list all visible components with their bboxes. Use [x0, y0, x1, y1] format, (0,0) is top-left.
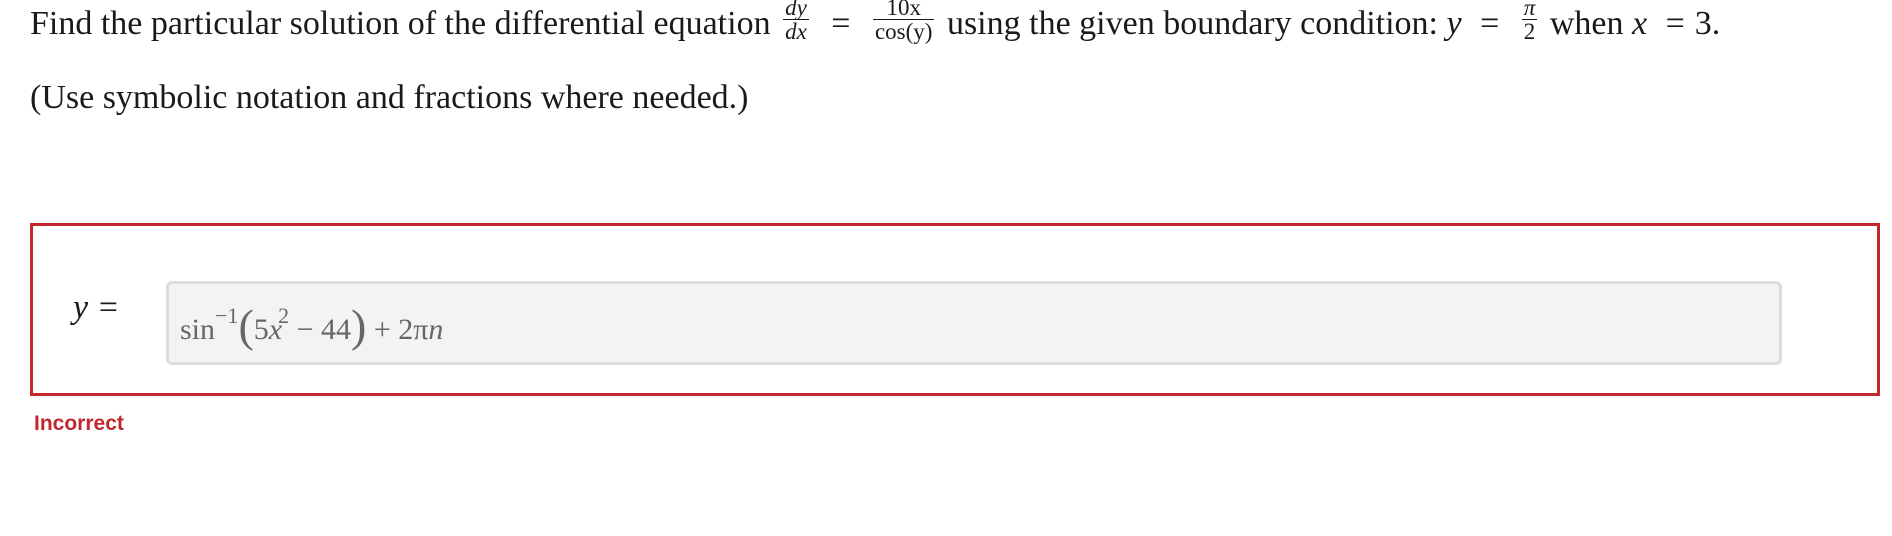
equals-sign: =: [831, 5, 851, 42]
condition-equals: =: [1480, 5, 1500, 42]
rhs-fraction: 10x cos(y): [872, 0, 935, 44]
question-middle: using the given boundary condition:: [946, 5, 1438, 42]
x-value: 3.: [1694, 5, 1721, 42]
coefficient: 5: [253, 313, 269, 346]
pi-numerator: π: [1521, 0, 1538, 20]
instruction-hint: (Use symbolic notation and fractions whe…: [30, 79, 749, 116]
condition-x: x: [1631, 5, 1648, 42]
sin-function: sin: [180, 313, 216, 346]
rhs-numerator: 10x: [872, 0, 935, 20]
answer-box: y = sin−1(5x2 − 44) + 2πn: [30, 223, 1880, 396]
inverse-exponent: −1: [215, 303, 239, 328]
plus-two-pi: + 2π: [366, 313, 429, 346]
answer-label-text: y =: [73, 289, 120, 326]
two-denominator: 2: [1523, 18, 1536, 44]
close-paren: ): [351, 300, 367, 351]
question-text: Find the particular solution of the diff…: [30, 0, 1720, 52]
answer-expression: sin−1(5x2 − 44) + 2πn: [180, 296, 443, 360]
x-equals: =: [1665, 5, 1685, 42]
condition-y: y: [1446, 5, 1462, 42]
answer-label: y =: [73, 288, 120, 328]
dx-denominator: dx: [785, 18, 807, 44]
when-text: when: [1549, 5, 1624, 42]
status-incorrect: Incorrect: [34, 412, 124, 435]
rhs-denominator: cos(y): [874, 18, 933, 44]
power: 2: [278, 303, 290, 328]
dy-dx-fraction: dy dx: [783, 0, 809, 43]
minus-term: − 44: [289, 313, 352, 346]
question-prefix: Find the particular solution of the diff…: [30, 5, 771, 42]
dy-numerator: dy: [783, 0, 809, 20]
answer-input[interactable]: sin−1(5x2 − 44) + 2πn: [166, 281, 1782, 365]
n-variable: n: [428, 313, 444, 346]
open-paren: (: [238, 300, 254, 351]
pi-over-2-fraction: π 2: [1521, 0, 1538, 44]
